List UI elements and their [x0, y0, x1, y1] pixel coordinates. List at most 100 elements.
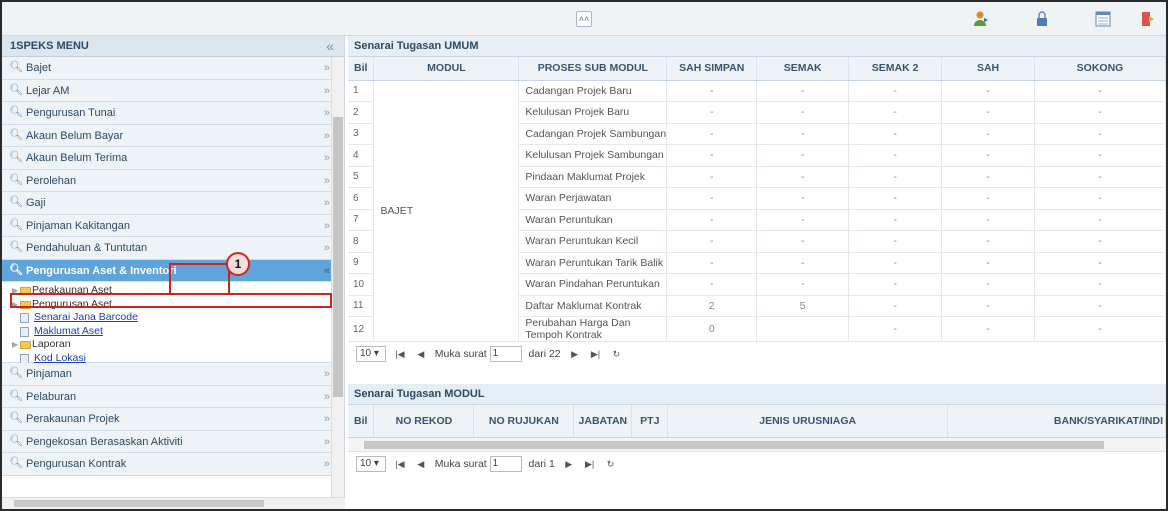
menu-item-label: Akaun Belum Terima — [26, 152, 128, 164]
cell-semak: - — [756, 209, 850, 231]
col-no-rekod[interactable]: NO REKOD — [373, 405, 475, 438]
col-semak[interactable]: SEMAK — [756, 57, 850, 81]
last-page-icon[interactable]: ▶| — [583, 452, 597, 476]
menu-item[interactable]: 🔍︎ Akaun Belum Terima » — [2, 147, 344, 170]
page-size-value: 10 — [360, 457, 372, 469]
menu-item-label: Pinjaman — [26, 368, 72, 380]
page-size-select[interactable]: 10 ▾ — [356, 455, 386, 472]
menu-item[interactable]: 🔍︎ Pengurusan Tunai » — [2, 102, 344, 125]
double-chevron-up-icon: « — [323, 264, 330, 277]
col-sah[interactable]: SAH — [941, 57, 1036, 81]
col-sah-simpan[interactable]: SAH SIMPAN — [666, 57, 758, 81]
cell-proses: Cadangan Projek Sambungan — [518, 123, 668, 145]
double-chevron-up-icon[interactable]: ˄˄ — [576, 11, 592, 27]
menu-item[interactable]: 🔍︎ Pendahuluan & Tuntutan » — [2, 237, 344, 260]
col-jabatan[interactable]: JABATAN — [573, 405, 633, 438]
search-icon: 🔍︎ — [9, 196, 23, 208]
scrollbar-thumb[interactable] — [364, 440, 1104, 449]
refresh-icon[interactable]: ↻ — [609, 342, 623, 366]
prev-page-icon[interactable]: ◀ — [414, 452, 428, 476]
cell-sah-simpan: - — [666, 166, 758, 188]
tree-node-laporan[interactable]: ▶ Laporan — [12, 338, 344, 352]
col-sokong[interactable]: SOKONG — [1034, 57, 1166, 81]
search-icon: 🔍︎ — [9, 389, 23, 402]
cell-sah: - — [941, 209, 1036, 231]
menu-item-label: Perakaunan Projek — [26, 413, 120, 425]
search-icon: 🔍︎ — [9, 218, 23, 231]
col-semak2[interactable]: SEMAK 2 — [848, 57, 943, 81]
menu-item[interactable]: 🔍︎ Pinjaman Kakitangan » — [2, 214, 344, 237]
next-page-icon[interactable]: ▶ — [568, 342, 582, 366]
search-icon: 🔍︎ — [9, 61, 23, 73]
modul-horizontal-scrollbar[interactable] — [348, 437, 1166, 452]
cell-sokong: - — [1034, 101, 1166, 124]
expand-arrow-icon[interactable]: ▶ — [12, 338, 18, 352]
cell-proses: Kelulusan Projek Sambungan — [518, 144, 668, 167]
col-ptj[interactable]: PTJ — [631, 405, 669, 438]
col-bil[interactable]: Bil — [348, 405, 375, 438]
tree-node-pengurusan-aset[interactable]: ▶ Pengurusan Aset — [12, 298, 344, 312]
menu-scrollbar[interactable] — [331, 57, 344, 509]
cell-sah-simpan: - — [666, 187, 758, 210]
list-icon[interactable] — [1094, 10, 1112, 28]
menu-item[interactable]: 🔍︎ Bajet » — [2, 57, 344, 80]
first-page-icon[interactable]: |◀ — [393, 342, 407, 366]
page-total: dari 22 — [528, 348, 561, 360]
menu-item[interactable]: 🔍︎ Gaji » — [2, 192, 344, 215]
menu-item-label: Gaji — [26, 197, 46, 209]
search-icon: 🔍︎ — [9, 151, 23, 163]
tree-leaf-senarai-jana-barcode[interactable]: Senarai Jana Barcode — [12, 311, 344, 325]
double-chevron-down-icon: » — [323, 152, 330, 164]
menu-item-active[interactable]: 🔍︎ Pengurusan Aset & Inventori « — [2, 259, 344, 282]
tree-leaf-maklumat-aset[interactable]: Maklumat Aset — [12, 325, 344, 339]
tree-leaf-link[interactable]: Senarai Jana Barcode — [34, 311, 138, 323]
menu-item[interactable]: 🔍︎ Pelaburan » — [2, 385, 344, 408]
scrollbar-thumb[interactable] — [333, 117, 343, 397]
refresh-icon[interactable]: ↻ — [604, 452, 618, 476]
menu-horizontal-scrollbar[interactable] — [2, 497, 345, 509]
cell-sah-simpan: - — [666, 209, 758, 231]
menu-item[interactable]: 🔍︎ Lejar AM » — [2, 79, 344, 102]
table-row[interactable]: 1 BAJET Cadangan Projek Baru - - - - - — [348, 80, 1166, 342]
last-page-icon[interactable]: ▶| — [589, 342, 603, 366]
col-proses[interactable]: PROSES SUB MODUL — [518, 57, 668, 81]
logout-icon[interactable] — [1139, 10, 1157, 28]
cell-sah: - — [941, 316, 1036, 342]
cell-sokong: - — [1034, 295, 1166, 317]
expand-arrow-icon[interactable]: ▶ — [12, 284, 18, 298]
page-input[interactable]: 1 — [489, 455, 522, 472]
col-bank[interactable]: BANK/SYARIKAT/INDI — [947, 405, 1166, 438]
cell-sah: - — [941, 187, 1036, 210]
first-page-icon[interactable]: |◀ — [393, 452, 407, 476]
menu-item[interactable]: 🔍︎ Pengurusan Kontrak » — [2, 453, 344, 476]
cell-sah-simpan: - — [666, 230, 758, 253]
cell-semak2: - — [848, 273, 943, 296]
menu-item[interactable]: 🔍︎ Perakaunan Projek » — [2, 408, 344, 431]
tree-leaf-link[interactable]: Kod Lokasi — [34, 352, 86, 364]
next-page-icon[interactable]: ▶ — [562, 452, 576, 476]
page-size-select[interactable]: 10 ▾ — [356, 346, 386, 363]
lock-icon[interactable] — [1033, 10, 1051, 28]
menu-item-label: Perolehan — [26, 174, 77, 187]
scrollbar-thumb[interactable] — [14, 500, 264, 507]
tree-node-perakaunan-aset[interactable]: ▶ Perakaunan Aset — [12, 284, 344, 298]
double-chevron-down-icon: » — [323, 435, 330, 448]
prev-page-icon[interactable]: ◀ — [414, 342, 428, 366]
expand-arrow-icon[interactable]: ▶ — [12, 298, 18, 312]
col-modul[interactable]: MODUL — [373, 57, 520, 81]
double-chevron-left-icon[interactable]: « — [326, 36, 334, 57]
tree-leaf-link[interactable]: Maklumat Aset — [34, 325, 103, 337]
col-no-rujukan[interactable]: NO RUJUKAN — [473, 405, 575, 438]
menu-item[interactable]: 🔍︎ Akaun Belum Bayar » — [2, 124, 344, 147]
col-bil[interactable]: Bil — [348, 57, 375, 81]
menu-item[interactable]: 🔍︎ Pengekosan Berasaskan Aktiviti » — [2, 430, 344, 453]
page-input[interactable]: 1 — [489, 346, 522, 363]
menu-header: 1SPEKS MENU « — [2, 36, 344, 57]
menu-item[interactable]: 🔍︎ Perolehan » — [2, 169, 344, 192]
cell-bil: 9 — [348, 252, 375, 274]
col-jenis-urusniaga[interactable]: JENIS URUSNIAGA — [667, 405, 949, 438]
user-switch-icon[interactable] — [972, 10, 990, 28]
double-chevron-down-icon: » — [323, 368, 330, 380]
cell-bil: 3 — [348, 123, 375, 145]
menu-item[interactable]: 🔍︎ Pinjaman » — [2, 363, 344, 386]
